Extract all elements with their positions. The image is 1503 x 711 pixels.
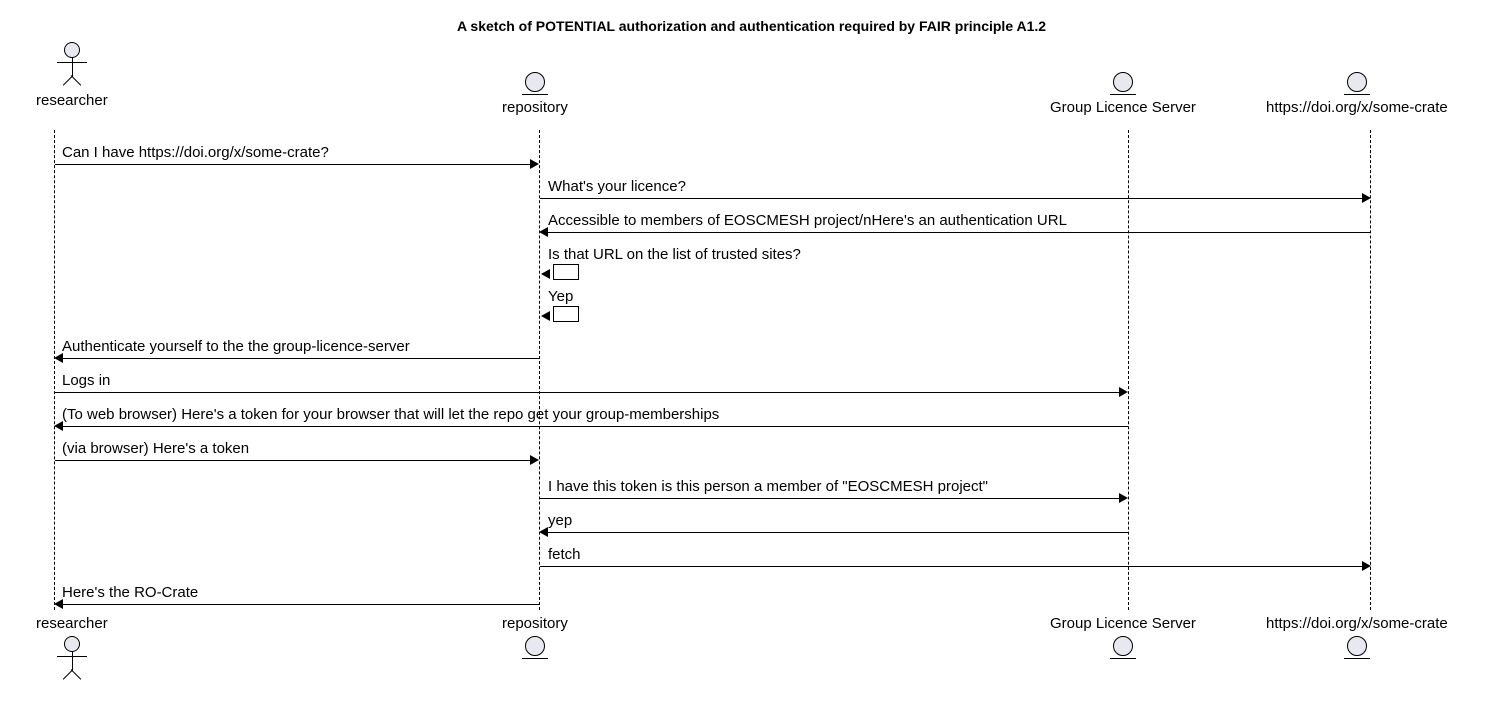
participant-label: Group Licence Server (1050, 99, 1196, 116)
arrow-head-icon (539, 527, 548, 537)
participant-label: https://doi.org/x/some-crate (1266, 99, 1448, 116)
participant-underline-icon (1110, 94, 1136, 95)
message-text: Accessible to members of EOSCMESH projec… (548, 212, 1067, 229)
arrow-head-icon (1362, 561, 1371, 571)
arrow-head-icon (530, 455, 539, 465)
participant-label: repository (502, 99, 568, 116)
participant-crate-bottom: https://doi.org/x/some-crate (1266, 615, 1448, 659)
message-arrow (55, 392, 1119, 393)
participant-underline-icon (1344, 658, 1370, 659)
participant-head-icon (1347, 636, 1367, 656)
message-arrow (540, 198, 1362, 199)
arrow-head-icon (54, 599, 63, 609)
message-arrow (63, 604, 539, 605)
participant-researcher-top: researcher (36, 42, 108, 109)
participant-underline-icon (522, 94, 548, 95)
message-text: yep (548, 512, 572, 529)
message-text: Can I have https://doi.org/x/some-crate? (62, 144, 329, 161)
participant-crate-top: https://doi.org/x/some-crate (1266, 72, 1448, 116)
participant-repository-top: repository (502, 72, 568, 116)
message-arrow (63, 426, 1128, 427)
participant-head-icon (525, 72, 545, 92)
message-text: I have this token is this person a membe… (548, 478, 988, 495)
arrow-head-icon (54, 353, 63, 363)
participant-label: Group Licence Server (1050, 615, 1196, 632)
participant-gls-top: Group Licence Server (1050, 72, 1196, 116)
message-text: (via browser) Here's a token (62, 440, 249, 457)
actor-icon (36, 42, 108, 88)
arrow-head-icon (1362, 193, 1371, 203)
arrow-head-icon (541, 311, 550, 321)
message-text: What's your licence? (548, 178, 686, 195)
participant-label: researcher (36, 92, 108, 109)
arrow-head-icon (1119, 387, 1128, 397)
message-text: Authenticate yourself to the the group-l… (62, 338, 410, 355)
participant-repository-bottom: repository (502, 615, 568, 659)
message-arrow (548, 532, 1128, 533)
participant-underline-icon (522, 658, 548, 659)
actor-icon (36, 636, 108, 682)
participant-head-icon (525, 636, 545, 656)
message-arrow (55, 460, 530, 461)
participant-label: researcher (36, 615, 108, 632)
arrow-head-icon (54, 421, 63, 431)
arrow-head-icon (1119, 493, 1128, 503)
participant-head-icon (1113, 636, 1133, 656)
message-arrow (540, 498, 1119, 499)
self-message-box (553, 264, 579, 280)
message-text: Here's the RO-Crate (62, 584, 198, 601)
lifeline-researcher (54, 130, 55, 610)
message-text: Yep (548, 288, 573, 305)
message-arrow (55, 164, 530, 165)
arrow-head-icon (539, 227, 548, 237)
diagram-title: A sketch of POTENTIAL authorization and … (457, 18, 1046, 34)
self-message-box (553, 306, 579, 322)
arrow-head-icon (541, 269, 550, 279)
participant-label: https://doi.org/x/some-crate (1266, 615, 1448, 632)
message-text: fetch (548, 546, 581, 563)
message-arrow (548, 232, 1370, 233)
participant-researcher-bottom: researcher (36, 615, 108, 682)
participant-underline-icon (1110, 658, 1136, 659)
lifeline-gls (1128, 130, 1129, 610)
participant-label: repository (502, 615, 568, 632)
participant-head-icon (1347, 72, 1367, 92)
message-text: Is that URL on the list of trusted sites… (548, 246, 801, 263)
message-text: Logs in (62, 372, 110, 389)
participant-gls-bottom: Group Licence Server (1050, 615, 1196, 659)
participant-head-icon (1113, 72, 1133, 92)
message-arrow (63, 358, 539, 359)
message-text: (To web browser) Here's a token for your… (62, 406, 719, 423)
arrow-head-icon (530, 159, 539, 169)
lifeline-repository (539, 130, 540, 610)
message-arrow (540, 566, 1362, 567)
participant-underline-icon (1344, 94, 1370, 95)
